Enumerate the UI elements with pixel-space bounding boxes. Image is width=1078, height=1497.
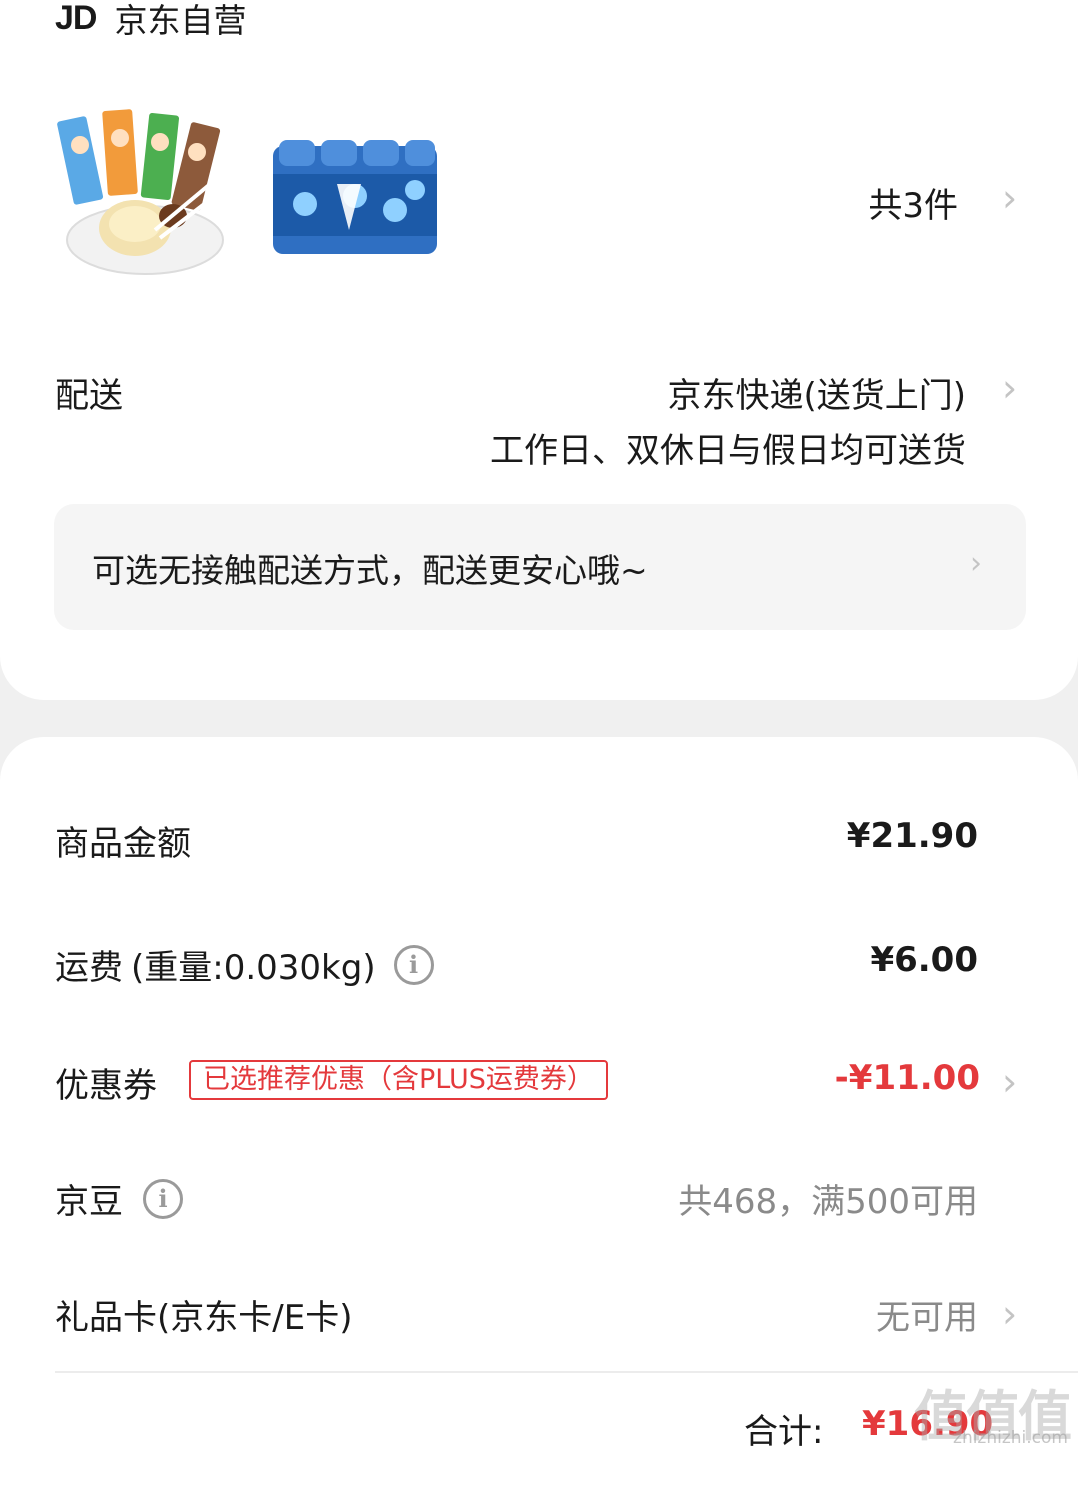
item-count[interactable]: 共3件 [868, 178, 958, 227]
coupon-chevron-icon[interactable]: › [1002, 1060, 1017, 1104]
item-count-label: 共3件 [868, 186, 958, 226]
giftcard-chevron-icon[interactable]: › [1002, 1292, 1017, 1336]
giftcard-label: 礼品卡(京东卡/E卡) [55, 1298, 353, 1338]
shipping-info-icon[interactable]: i [393, 944, 434, 985]
delivery-method[interactable]: 京东快递(送货上门) [667, 368, 966, 417]
candy-product-image[interactable] [55, 100, 235, 280]
beans-label-group: 京豆 i [55, 1174, 183, 1223]
shipping-label: 运费 [55, 948, 123, 988]
watermark-url: zhizhizhi.com [953, 1428, 1068, 1448]
coupon-label: 优惠券 [55, 1066, 157, 1106]
contactless-notice[interactable]: 可选无接触配送方式，配送更安心哦~ › [54, 504, 1026, 630]
delivery-chevron-icon[interactable]: › [1002, 366, 1017, 410]
jd-logo: JD [55, 0, 97, 37]
delivery-schedule: 工作日、双休日与假日均可送货 [490, 431, 966, 471]
delivery-label: 配送 [55, 376, 123, 416]
coupon-badge[interactable]: 已选推荐优惠（含PLUS运费券） [189, 1060, 608, 1100]
items-chevron-icon[interactable]: › [1002, 176, 1017, 220]
giftcard-status[interactable]: 无可用 [876, 1290, 978, 1339]
shipping-weight: (重量:0.030kg) [131, 948, 376, 988]
contactless-notice-text: 可选无接触配送方式，配送更安心哦~ [92, 551, 648, 590]
goods-amount-label: 商品金额 [55, 824, 191, 864]
total-label: 合计: [744, 1412, 824, 1452]
coupon-amount-value[interactable]: -¥11.00 [835, 1058, 980, 1098]
goods-amount-value: ¥21.90 [846, 816, 978, 856]
beans-label: 京豆 [55, 1182, 123, 1222]
beans-info-icon[interactable]: i [143, 1178, 183, 1219]
beans-status: 共468，满500可用 [678, 1182, 978, 1222]
shipping-amount-value: ¥6.00 [870, 940, 978, 980]
notice-chevron-icon: › [970, 546, 982, 581]
water-bottles-product-image[interactable] [265, 100, 445, 280]
store-header[interactable]: JD 京东自营 [55, 0, 246, 42]
store-name: 京东自营 [114, 1, 247, 40]
shipping-label-group: 运费 (重量:0.030kg) i [55, 940, 434, 989]
